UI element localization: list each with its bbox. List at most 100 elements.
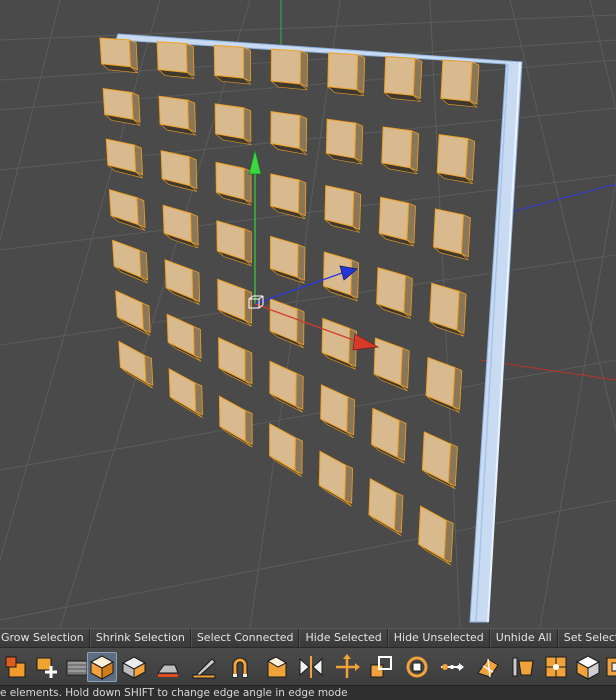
tile-box[interactable] xyxy=(318,450,354,507)
slide-tool-button[interactable] xyxy=(437,652,467,682)
normal-rotate-tool-button[interactable] xyxy=(402,652,432,682)
tile-box[interactable] xyxy=(269,235,306,284)
tile-box[interactable] xyxy=(368,477,404,536)
extrude-inner-icon xyxy=(121,656,147,679)
move-axis-icon xyxy=(336,654,360,678)
tile-box[interactable] xyxy=(99,37,139,74)
mirror-icon xyxy=(299,656,323,678)
normal-scale-icon xyxy=(370,656,392,678)
cmd-hide-unselected-button[interactable]: Hide Unselected xyxy=(387,629,490,647)
extrude-inner-tool-button[interactable] xyxy=(119,652,149,682)
tile-box[interactable] xyxy=(324,185,362,233)
tile-box[interactable] xyxy=(429,282,467,337)
add-point-icon xyxy=(36,657,57,678)
move-gizmo[interactable] xyxy=(248,149,380,351)
tile-grid[interactable] xyxy=(99,37,480,566)
tile-box[interactable] xyxy=(168,368,203,419)
move-axis-tool-button[interactable] xyxy=(332,652,362,682)
iron-icon xyxy=(157,664,179,677)
tile-box[interactable] xyxy=(218,395,253,448)
tile-box[interactable] xyxy=(436,134,476,184)
tile-box[interactable] xyxy=(440,59,480,108)
tile-box[interactable] xyxy=(433,208,471,261)
status-text: e elements. Hold down SHIFT to change ed… xyxy=(0,687,348,699)
floor-grid xyxy=(0,0,616,628)
tile-box[interactable] xyxy=(160,150,198,192)
tile-box[interactable] xyxy=(326,52,366,97)
smooth-shift-icon xyxy=(575,655,601,680)
tile-box[interactable] xyxy=(418,505,454,566)
tile-box[interactable] xyxy=(425,356,463,413)
bevel-tool-button[interactable] xyxy=(262,652,292,682)
stitch-tool-button[interactable] xyxy=(473,652,503,682)
magnet-tool-button[interactable] xyxy=(225,652,255,682)
tile-box[interactable] xyxy=(325,118,364,165)
iron-tool-button[interactable] xyxy=(153,652,183,682)
weld-tool-button[interactable] xyxy=(508,652,538,682)
3d-viewport[interactable] xyxy=(0,0,616,628)
tile-box[interactable] xyxy=(270,173,307,220)
gizmo-x-arrow-icon xyxy=(352,333,380,351)
tile-box[interactable] xyxy=(166,313,202,362)
tile-box[interactable] xyxy=(102,87,142,126)
tile-box[interactable] xyxy=(215,161,252,206)
cmd-hide-selected-button[interactable]: Hide Selected xyxy=(299,629,388,647)
tile-box[interactable] xyxy=(323,251,360,302)
tile-box[interactable] xyxy=(269,360,304,413)
tile-box[interactable] xyxy=(380,126,420,175)
knife-icon xyxy=(192,658,216,679)
cmd-grow-selection-button[interactable]: Grow Selection xyxy=(0,629,90,647)
tile-box[interactable] xyxy=(269,422,303,477)
gizmo-y-arrow-icon xyxy=(248,149,262,175)
smooth-shift-tool-button[interactable] xyxy=(573,652,603,682)
tile-box[interactable] xyxy=(156,41,195,79)
slide-icon xyxy=(441,663,464,671)
tile-box[interactable] xyxy=(321,317,358,370)
tile-box[interactable] xyxy=(164,259,201,305)
tile-box[interactable] xyxy=(373,337,410,392)
tile-box[interactable] xyxy=(214,103,252,146)
tile-box[interactable] xyxy=(105,138,143,179)
extrude-cube-tool-button[interactable] xyxy=(87,652,117,682)
extrude-cube-icon xyxy=(89,655,115,680)
tile-box[interactable] xyxy=(378,196,416,247)
tile-box[interactable] xyxy=(118,340,154,389)
tile-box[interactable] xyxy=(112,239,149,284)
subdivide-icon xyxy=(545,656,567,678)
normal-scale-tool-button[interactable] xyxy=(366,652,396,682)
cmd-select-connected-button[interactable]: Select Connected xyxy=(190,629,300,647)
paint-select-tool-button[interactable] xyxy=(2,652,32,682)
knife-tool-button[interactable] xyxy=(189,652,219,682)
bevel-icon xyxy=(266,656,288,678)
weld-icon xyxy=(512,657,534,677)
tile-box[interactable] xyxy=(371,407,407,464)
paint-select-icon xyxy=(5,656,26,678)
tile-box[interactable] xyxy=(108,189,146,231)
tile-box[interactable] xyxy=(162,204,199,249)
normal-rotate-icon xyxy=(406,656,428,678)
tile-box[interactable] xyxy=(213,44,252,85)
tile-box[interactable] xyxy=(383,56,423,102)
cmd-shrink-selection-button[interactable]: Shrink Selection xyxy=(89,629,191,647)
tile-box[interactable] xyxy=(270,48,309,91)
tile-box[interactable] xyxy=(376,267,413,319)
add-point-tool-button[interactable] xyxy=(32,652,62,682)
tile-box[interactable] xyxy=(158,95,197,136)
tile-box[interactable] xyxy=(320,384,356,439)
cmd-set-selection-button[interactable]: Set Selection xyxy=(557,629,616,647)
tile-box[interactable] xyxy=(115,290,151,336)
close-hole-tool-button[interactable] xyxy=(602,652,616,682)
close-hole-icon xyxy=(606,657,616,677)
mirror-tool-button[interactable] xyxy=(296,652,326,682)
tile-box[interactable] xyxy=(421,431,458,490)
tile-box[interactable] xyxy=(216,220,252,266)
tile-box[interactable] xyxy=(218,337,253,387)
cmd-unhide-all-button[interactable]: Unhide All xyxy=(489,629,558,647)
tile-box[interactable] xyxy=(269,111,308,155)
stitch-icon xyxy=(477,658,499,678)
tile-box[interactable] xyxy=(217,278,253,327)
tile-box[interactable] xyxy=(269,298,305,349)
modeling-toolbar xyxy=(0,648,616,686)
status-bar: e elements. Hold down SHIFT to change ed… xyxy=(0,686,616,700)
subdivide-tool-button[interactable] xyxy=(541,652,571,682)
